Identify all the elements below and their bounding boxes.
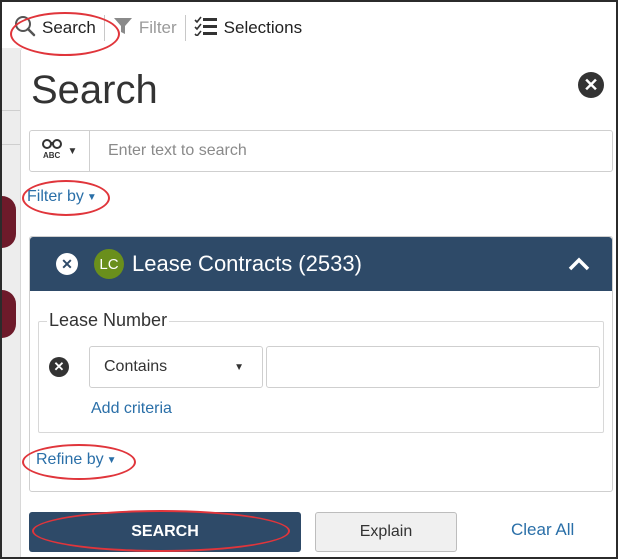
criteria-value-input[interactable]	[266, 346, 600, 388]
field-label: Lease Number	[47, 310, 170, 331]
card-header[interactable]: ✕ LC Lease Contracts (2533)	[30, 237, 612, 291]
chevron-down-icon: ▼	[106, 454, 117, 466]
add-criteria-link[interactable]: Add criteria	[91, 400, 172, 418]
top-toolbar: Search Filter Selections	[6, 8, 310, 48]
refine-by-link[interactable]: Refine by ▼	[36, 451, 117, 469]
background-divider	[2, 144, 22, 145]
toolbar-selections-button[interactable]: Selections	[186, 10, 310, 46]
svg-text:ABC: ABC	[43, 151, 61, 160]
remove-criteria-button[interactable]: ✕	[49, 357, 69, 377]
search-box: ABC ▼	[29, 130, 613, 172]
criteria-row: ✕ Contains ▼	[49, 346, 600, 388]
close-icon: ✕	[53, 359, 65, 374]
entity-badge: LC	[94, 249, 124, 279]
search-input[interactable]	[90, 131, 612, 171]
toolbar-search-button[interactable]: Search	[6, 10, 104, 46]
explain-button[interactable]: Explain	[315, 512, 457, 552]
binoculars-abc-icon: ABC	[41, 138, 62, 165]
chevron-up-icon[interactable]	[568, 251, 590, 277]
chevron-down-icon: ▼	[86, 191, 97, 203]
operator-select[interactable]: Contains ▼	[89, 346, 263, 388]
operator-value: Contains	[104, 358, 168, 375]
refine-by-label: Refine by	[36, 451, 104, 468]
card-title: Lease Contracts (2533)	[132, 251, 362, 276]
background-tile	[2, 196, 16, 248]
background-divider	[2, 110, 22, 111]
toolbar-selections-label: Selections	[223, 18, 303, 37]
background-page	[2, 48, 22, 557]
clear-all-link[interactable]: Clear All	[511, 520, 574, 540]
filter-by-link[interactable]: Filter by ▼	[27, 188, 97, 206]
toolbar-filter-label: Filter	[138, 18, 177, 37]
close-icon: ✕	[61, 255, 73, 272]
chevron-down-icon: ▼	[234, 361, 244, 373]
funnel-icon	[113, 16, 133, 41]
criteria-fieldset: Lease Number ✕ Contains ▼ Add criteria	[38, 310, 604, 433]
close-icon: ✕	[583, 75, 599, 95]
checklist-icon	[194, 16, 218, 41]
filter-by-label: Filter by	[27, 188, 84, 205]
remove-entity-button[interactable]: ✕	[56, 253, 78, 275]
panel-title: Search	[31, 68, 158, 112]
chevron-down-icon: ▼	[67, 145, 78, 157]
search-type-dropdown[interactable]: ABC ▼	[30, 131, 90, 171]
lease-contracts-card: ✕ LC Lease Contracts (2533) Lease Number…	[29, 236, 613, 492]
close-panel-button[interactable]: ✕	[578, 72, 604, 98]
search-submit-button[interactable]: SEARCH	[29, 512, 301, 552]
background-tile	[2, 290, 16, 338]
toolbar-search-label: Search	[42, 18, 96, 37]
magnifier-icon	[14, 15, 36, 42]
search-panel: Search ✕ ABC ▼ Filter by ▼ ✕ LC Lease Co…	[20, 50, 616, 557]
toolbar-filter-button[interactable]: Filter	[105, 10, 185, 46]
